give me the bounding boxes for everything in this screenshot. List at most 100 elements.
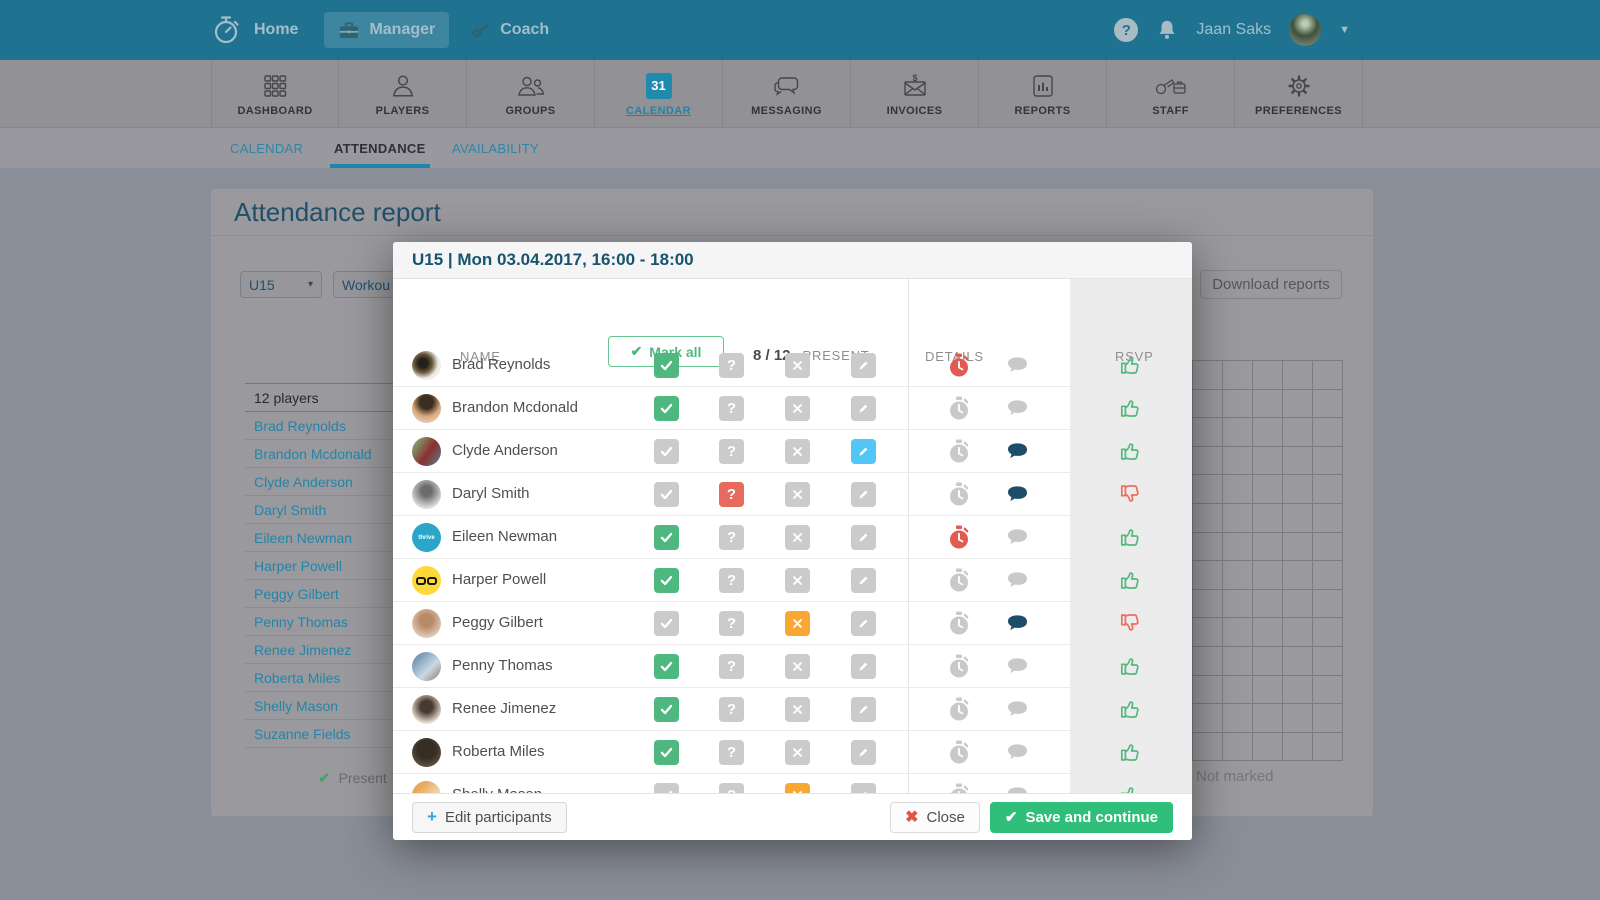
grid-cell [1223, 704, 1253, 733]
unknown-button[interactable]: ? [719, 525, 744, 550]
comment-icon[interactable] [1006, 786, 1029, 793]
absent-button[interactable] [785, 654, 810, 679]
grid-cell [1313, 361, 1343, 390]
modal-header: U15 | Mon 03.04.2017, 16:00 - 18:00 [393, 242, 1192, 279]
tab-calendar[interactable]: 31 CALENDAR [595, 60, 723, 128]
absent-button[interactable] [785, 568, 810, 593]
player-avatar [412, 652, 441, 681]
absent-button[interactable] [785, 482, 810, 507]
save-and-continue-button[interactable]: ✔ Save and continue [990, 802, 1173, 833]
present-button[interactable] [654, 353, 679, 378]
unknown-button[interactable]: ? [719, 353, 744, 378]
help-icon[interactable]: ? [1114, 18, 1138, 42]
subtab-attendance[interactable]: ATTENDANCE [334, 128, 426, 168]
user-menu-chevron-down-icon[interactable]: ▼ [1339, 24, 1350, 36]
grid-cell [1283, 418, 1313, 447]
attendance-row: Brad Reynolds ? [393, 344, 1192, 387]
tab-dashboard[interactable]: DASHBOARD [211, 60, 339, 128]
edit-attendance-button[interactable] [851, 611, 876, 636]
absent-button[interactable] [785, 611, 810, 636]
present-button[interactable] [654, 568, 679, 593]
user-name[interactable]: Jaan Saks [1196, 21, 1271, 39]
subtab-availability[interactable]: AVAILABILITY [452, 128, 539, 168]
edit-attendance-button[interactable] [851, 396, 876, 421]
present-button[interactable] [654, 654, 679, 679]
comment-icon[interactable] [1006, 743, 1029, 762]
present-button[interactable] [654, 740, 679, 765]
nav-manager[interactable]: Manager [324, 12, 449, 48]
present-button[interactable] [654, 611, 679, 636]
late-stopwatch-icon[interactable] [946, 653, 972, 679]
late-stopwatch-icon[interactable] [946, 395, 972, 421]
unknown-button[interactable]: ? [719, 654, 744, 679]
late-stopwatch-icon[interactable] [946, 610, 972, 636]
edit-attendance-button[interactable] [851, 783, 876, 793]
tab-preferences[interactable]: PREFERENCES [1235, 60, 1363, 128]
comment-icon[interactable] [1006, 356, 1029, 375]
present-button[interactable] [654, 439, 679, 464]
present-button[interactable] [654, 482, 679, 507]
late-stopwatch-icon[interactable] [946, 782, 972, 793]
subtab-calendar[interactable]: CALENDAR [230, 128, 303, 168]
tab-reports[interactable]: REPORTS [979, 60, 1107, 128]
unknown-button[interactable]: ? [719, 396, 744, 421]
present-button[interactable] [654, 525, 679, 550]
present-button[interactable] [654, 396, 679, 421]
unknown-button[interactable]: ? [719, 740, 744, 765]
late-stopwatch-icon[interactable] [946, 696, 972, 722]
absent-button[interactable] [785, 439, 810, 464]
late-stopwatch-icon[interactable] [946, 524, 972, 550]
absent-button[interactable] [785, 697, 810, 722]
absent-button[interactable] [785, 525, 810, 550]
unknown-button[interactable]: ? [719, 697, 744, 722]
edit-attendance-button[interactable] [851, 568, 876, 593]
absent-button[interactable] [785, 396, 810, 421]
tab-staff[interactable]: STAFF [1107, 60, 1235, 128]
modal-footer: + Edit participants ✖ Close ✔ Save and c… [393, 793, 1192, 840]
edit-participants-button[interactable]: + Edit participants [412, 802, 567, 833]
unknown-button[interactable]: ? [719, 482, 744, 507]
late-stopwatch-icon[interactable] [946, 438, 972, 464]
unknown-button[interactable]: ? [719, 783, 744, 793]
edit-attendance-button[interactable] [851, 353, 876, 378]
close-button[interactable]: ✖ Close [890, 802, 980, 833]
comment-icon[interactable] [1006, 571, 1029, 590]
comment-icon[interactable] [1006, 614, 1029, 633]
comment-icon[interactable] [1006, 399, 1029, 418]
download-reports-button[interactable]: Download reports [1200, 270, 1342, 299]
edit-attendance-button[interactable] [851, 439, 876, 464]
comment-icon[interactable] [1006, 528, 1029, 547]
notifications-bell-icon[interactable] [1156, 18, 1178, 42]
comment-icon[interactable] [1006, 485, 1029, 504]
tab-invoices[interactable]: $ INVOICES [851, 60, 979, 128]
edit-attendance-button[interactable] [851, 654, 876, 679]
late-stopwatch-icon[interactable] [946, 352, 972, 378]
grid-cell [1283, 618, 1313, 647]
comment-icon[interactable] [1006, 442, 1029, 461]
unknown-button[interactable]: ? [719, 568, 744, 593]
tab-players[interactable]: PLAYERS [339, 60, 467, 128]
nav-home[interactable]: Home [254, 21, 298, 39]
unknown-button[interactable]: ? [719, 439, 744, 464]
comment-icon[interactable] [1006, 657, 1029, 676]
unknown-button[interactable]: ? [719, 611, 744, 636]
edit-attendance-button[interactable] [851, 525, 876, 550]
brand-stopwatch-logo-icon[interactable] [210, 14, 242, 46]
tab-messaging[interactable]: MESSAGING [723, 60, 851, 128]
late-stopwatch-icon[interactable] [946, 481, 972, 507]
absent-button[interactable] [785, 740, 810, 765]
present-button[interactable] [654, 697, 679, 722]
late-stopwatch-icon[interactable] [946, 567, 972, 593]
edit-attendance-button[interactable] [851, 697, 876, 722]
edit-attendance-button[interactable] [851, 740, 876, 765]
absent-button[interactable] [785, 783, 810, 793]
user-avatar[interactable] [1289, 14, 1321, 46]
group-filter-select[interactable]: U15 ▾ [240, 271, 322, 298]
late-stopwatch-icon[interactable] [946, 739, 972, 765]
nav-coach[interactable]: Coach [469, 20, 549, 40]
comment-icon[interactable] [1006, 700, 1029, 719]
present-button[interactable] [654, 783, 679, 793]
tab-groups[interactable]: GROUPS [467, 60, 595, 128]
absent-button[interactable] [785, 353, 810, 378]
edit-attendance-button[interactable] [851, 482, 876, 507]
